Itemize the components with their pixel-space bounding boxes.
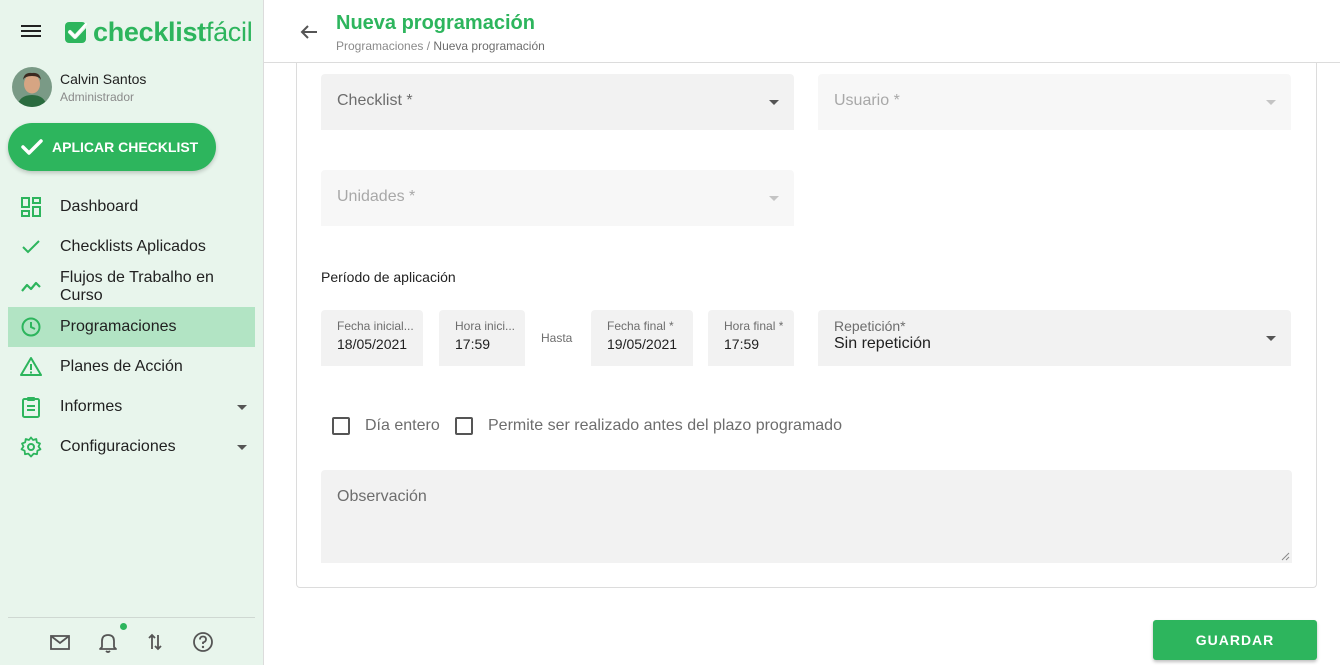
breadcrumb: Programaciones / Nueva programación	[336, 39, 545, 53]
dropdown-arrow-icon	[769, 196, 779, 201]
sidebar: checklistfácil Calvin Santos Administrad…	[0, 0, 264, 665]
dia-entero-checkbox[interactable]	[332, 417, 350, 435]
hora-final-label: Hora final *	[724, 319, 784, 333]
repeticion-label: Repetición*	[834, 318, 906, 334]
sidebar-item-label: Programaciones	[60, 318, 177, 335]
sidebar-item-label: Flujos de Trabalho en Curso	[60, 269, 214, 304]
dropdown-arrow-icon	[1266, 100, 1276, 105]
hora-inicial-field[interactable]: Hora inici... 17:59	[439, 310, 525, 366]
sidebar-item-label: Dashboard	[60, 198, 139, 215]
chevron-down-icon	[237, 405, 247, 410]
notification-dot	[120, 623, 127, 630]
sidebar-item-informes[interactable]: Informes	[8, 387, 255, 427]
repeticion-select[interactable]: Repetición* Sin repetición	[818, 310, 1291, 366]
warning-icon	[20, 357, 42, 376]
repeticion-value: Sin repetición	[834, 335, 931, 352]
gear-icon	[20, 436, 42, 458]
swap-icon[interactable]	[144, 631, 166, 653]
check-icon	[21, 139, 43, 155]
unidades-select: Unidades *	[321, 170, 794, 226]
dropdown-arrow-icon	[769, 100, 779, 105]
user-name: Calvin Santos	[60, 70, 147, 87]
back-arrow-icon[interactable]	[298, 21, 320, 43]
hasta-label: Hasta	[541, 331, 573, 345]
sidebar-item-label: Informes	[60, 398, 123, 415]
clock-icon	[21, 317, 41, 337]
observacion-textarea[interactable]: Observación	[321, 470, 1292, 563]
fecha-inicial-label: Fecha inicial...	[337, 319, 414, 333]
usuario-select: Usuario *	[818, 74, 1291, 130]
observacion-placeholder: Observación	[337, 488, 427, 505]
help-icon[interactable]	[192, 631, 214, 653]
sidebar-item-dashboard[interactable]: Dashboard	[8, 187, 255, 227]
apply-checklist-label: APLICAR CHECKLIST	[52, 139, 199, 155]
brand-name: checklistfácil	[93, 16, 253, 48]
checklist-placeholder: Checklist *	[337, 92, 413, 109]
dropdown-arrow-icon	[1266, 336, 1276, 341]
sidebar-item-label: Configuraciones	[60, 438, 176, 455]
permite-antes-label[interactable]: Permite ser realizado antes del plazo pr…	[488, 417, 842, 435]
unidades-placeholder: Unidades *	[337, 188, 416, 205]
usuario-placeholder: Usuario *	[834, 92, 900, 109]
dia-entero-label[interactable]: Día entero	[365, 417, 440, 435]
period-label: Período de aplicación	[321, 269, 456, 285]
sidebar-item-programaciones[interactable]: Programaciones	[8, 307, 255, 347]
sidebar-footer	[8, 617, 255, 665]
sidebar-item-configuraciones[interactable]: Configuraciones	[8, 427, 255, 467]
avatar	[12, 67, 52, 107]
breadcrumb-parent[interactable]: Programaciones	[336, 39, 423, 53]
hora-final-field[interactable]: Hora final * 17:59	[708, 310, 794, 366]
logo-check-icon	[65, 21, 90, 43]
checklist-select[interactable]: Checklist *	[321, 74, 794, 130]
bell-icon[interactable]	[97, 631, 119, 653]
sidebar-nav: Dashboard Checklists Aplicados Flujos de…	[8, 187, 255, 467]
dashboard-icon	[21, 197, 41, 217]
page-title: Nueva programación	[336, 12, 535, 34]
hora-final-value: 17:59	[724, 336, 760, 352]
sidebar-item-checklists-aplicados[interactable]: Checklists Aplicados	[8, 227, 255, 267]
sidebar-item-label: Planes de Acción	[60, 358, 183, 375]
breadcrumb-current: Nueva programación	[433, 39, 545, 53]
hora-inicial-value: 17:59	[455, 336, 491, 352]
clipboard-icon	[22, 397, 40, 418]
save-button[interactable]: GUARDAR	[1153, 620, 1317, 660]
mail-icon[interactable]	[49, 631, 71, 653]
apply-checklist-button[interactable]: APLICAR CHECKLIST	[8, 123, 216, 171]
sidebar-item-planes-de-accion[interactable]: Planes de Acción	[8, 347, 255, 387]
menu-icon[interactable]	[21, 22, 43, 44]
check-icon	[22, 240, 40, 254]
breadcrumb-separator: /	[426, 39, 431, 53]
brand-name-bold: checklist	[93, 16, 206, 47]
sidebar-item-flujos[interactable]: Flujos de Trabalho en Curso	[8, 267, 255, 307]
user-profile[interactable]: Calvin Santos Administrador	[12, 67, 146, 107]
permite-antes-checkbox[interactable]	[455, 417, 473, 435]
brand-name-light: fácil	[205, 16, 253, 47]
hora-inicial-label: Hora inici...	[455, 319, 516, 333]
trending-icon	[21, 281, 41, 292]
fecha-inicial-value: 18/05/2021	[337, 336, 408, 352]
user-role: Administrador	[60, 89, 135, 104]
page-header: Nueva programación Programaciones / Nuev…	[264, 0, 1340, 63]
brand-logo[interactable]: checklistfácil	[64, 16, 253, 48]
chevron-down-icon	[237, 445, 247, 450]
resize-handle-icon[interactable]	[1281, 552, 1290, 561]
sidebar-item-label: Checklists Aplicados	[60, 238, 206, 255]
fecha-final-field[interactable]: Fecha final * 19/05/2021	[591, 310, 693, 366]
fecha-inicial-field[interactable]: Fecha inicial... 18/05/2021	[321, 310, 423, 366]
fecha-final-label: Fecha final *	[607, 319, 674, 333]
fecha-final-value: 19/05/2021	[607, 336, 678, 352]
